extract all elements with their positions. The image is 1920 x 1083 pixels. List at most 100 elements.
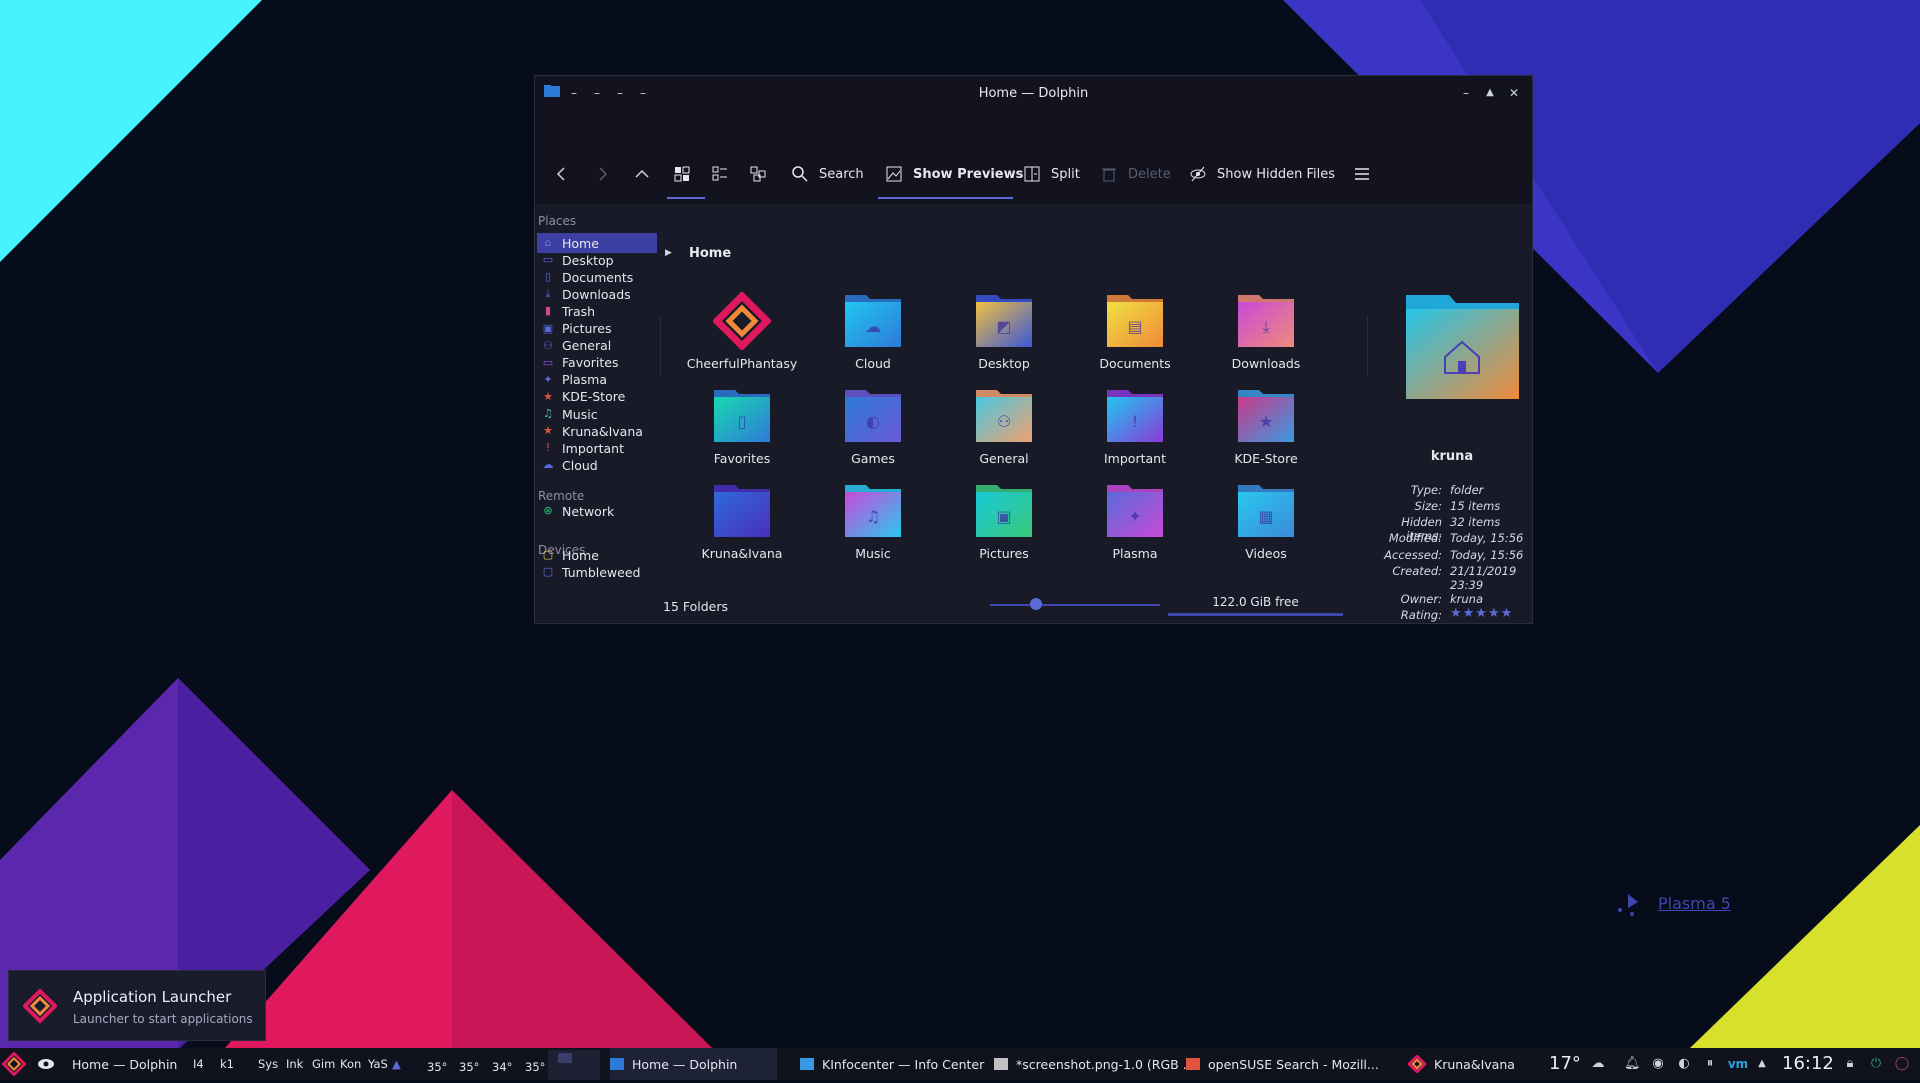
folder-icon: ▣	[976, 485, 1032, 537]
launcher-sys[interactable]: Sys	[258, 1048, 278, 1080]
folder-label: General	[979, 451, 1029, 466]
folder-item-games[interactable]: ◐ Games	[813, 387, 933, 466]
rating-stars[interactable]: ★★★★★	[1450, 606, 1513, 621]
folder-item-plasma[interactable]: ✦ Plasma	[1075, 482, 1195, 561]
dolphin-window[interactable]: – – – – Home — Dolphin – ▲ ✕ Search Show…	[534, 75, 1533, 624]
weather-temperature[interactable]: 17°	[1549, 1053, 1581, 1074]
delete-button[interactable]: Delete	[1100, 162, 1171, 186]
show-desktop-button[interactable]	[36, 1048, 56, 1080]
current-user-item[interactable]: Kruna&Ivana	[1408, 1048, 1515, 1080]
show-previews-label: Show Previews	[913, 166, 1024, 182]
clock[interactable]: 16:12	[1782, 1053, 1834, 1074]
pager-item-i4[interactable]: I4	[193, 1048, 204, 1080]
folder-icon	[714, 485, 770, 537]
sidebar-place-label: Desktop	[562, 252, 614, 268]
task-app-icon	[1186, 1058, 1200, 1070]
folder-item-pictures[interactable]: ▣ Pictures	[944, 482, 1064, 561]
tumbleweed-icon: ▢	[542, 565, 554, 579]
pager-item-k1[interactable]: k1	[220, 1048, 234, 1080]
active-window-title[interactable]: Home — Dolphin	[72, 1048, 177, 1080]
folder-item-kruna-ivana[interactable]: Kruna&Ivana	[682, 482, 802, 561]
back-button[interactable]	[553, 162, 581, 186]
current-user-label: Kruna&Ivana	[1434, 1056, 1515, 1072]
task-home-dolphin[interactable]: Home — Dolphin	[610, 1048, 778, 1080]
plasma5-label: Plasma 5	[1658, 894, 1731, 913]
general-icon: ⚇	[543, 338, 553, 352]
folder-item-music[interactable]: ♫ Music	[813, 482, 933, 561]
folder-item-videos[interactable]: ▦ Videos	[1206, 482, 1326, 561]
folder-item-kde-store[interactable]: ★ KDE-Store	[1206, 387, 1326, 466]
file-view[interactable]: ▶ Home CheerfulPhantasy ☁ Cloud ◩ Desktop ▤ Do…	[660, 204, 1360, 623]
folder-label: Music	[855, 546, 891, 561]
temperature-35[interactable]: 35°	[459, 1051, 479, 1083]
lock-screen-icon[interactable]: 🔒︎	[1842, 1056, 1858, 1072]
leave-icon[interactable]: ◯	[1894, 1056, 1910, 1072]
split-view-icon	[1024, 166, 1040, 182]
breadcrumb-arrow-icon[interactable]: ▶	[665, 248, 672, 258]
system-tray-expand-icon[interactable]: ▲	[1754, 1056, 1770, 1072]
vm-icon[interactable]: vm	[1726, 1056, 1750, 1072]
power-icon[interactable]: ⏻	[1868, 1056, 1884, 1072]
minimize-icon[interactable]: –	[1457, 84, 1475, 102]
temperature-35[interactable]: 35°	[427, 1051, 447, 1083]
maximize-icon[interactable]: ▲	[1481, 84, 1499, 102]
split-button[interactable]: Split	[1023, 162, 1080, 186]
pager-widget[interactable]	[548, 1048, 600, 1080]
breadcrumb[interactable]: Home	[689, 246, 731, 261]
task-opensuse-search-mozill[interactable]: openSUSE Search - Mozill...	[1186, 1048, 1379, 1080]
temperature-34[interactable]: 34°	[492, 1051, 512, 1083]
up-button[interactable]	[633, 162, 661, 186]
sidebar-place-label: Important	[562, 440, 624, 456]
image-icon	[886, 166, 902, 182]
show-hidden-files-button[interactable]: Show Hidden Files	[1189, 162, 1335, 186]
application-launcher-button[interactable]	[2, 1048, 26, 1080]
folder-item-important[interactable]: ! Important	[1075, 387, 1195, 466]
taskbar: Home — Dolphin I4 k1 Sys Ink Gim Kon YaS ▲ 35…	[0, 1048, 1920, 1080]
close-icon[interactable]: ✕	[1505, 84, 1523, 102]
launcher-ink[interactable]: Ink	[286, 1048, 303, 1080]
launcher-gim[interactable]: Gim	[312, 1048, 335, 1080]
folder-item-favorites[interactable]: ▯ Favorites	[682, 387, 802, 466]
virtual-desktop-pager[interactable]	[548, 1048, 600, 1080]
title-bar[interactable]: – – – – Home — Dolphin – ▲ ✕	[535, 76, 1532, 112]
folder-item-general[interactable]: ⚇ General	[944, 387, 1064, 466]
sidebar-remote-network[interactable]: ⊛ Network	[537, 501, 657, 521]
updates-icon[interactable]: ◉	[1650, 1056, 1666, 1072]
pause-icon[interactable]: ⏸︎	[1702, 1056, 1718, 1072]
launcher-yas[interactable]: YaS	[368, 1048, 388, 1080]
status-text: 15 Folders	[663, 599, 729, 614]
svg-text:☁: ☁	[865, 317, 881, 336]
icons-view-button[interactable]	[673, 162, 701, 186]
folder-item-downloads[interactable]: ⤓ Downloads	[1206, 292, 1326, 371]
task-screenshot-png-1-0-rgb[interactable]: *screenshot.png-1.0 (RGB ...	[994, 1048, 1195, 1080]
info-value: 32 items	[1450, 515, 1501, 529]
launcher-kon[interactable]: Kon	[340, 1048, 361, 1080]
search-button[interactable]: Search	[791, 162, 864, 186]
zoom-slider-track[interactable]	[990, 604, 1160, 606]
svg-text:◩: ◩	[996, 317, 1011, 336]
window-title: Home — Dolphin	[978, 86, 1089, 101]
info-value: kruna	[1450, 592, 1484, 606]
folder-item-cloud[interactable]: ☁ Cloud	[813, 292, 933, 371]
information-panel: kruna Type: folder Size: 15 items Hidden ite…	[1370, 204, 1534, 623]
folder-item-documents[interactable]: ▤ Documents	[1075, 292, 1195, 371]
night-color-icon[interactable]: ◐	[1676, 1056, 1692, 1072]
zoom-slider-handle[interactable]	[1029, 598, 1042, 610]
weather-cloud-icon[interactable]: ☁	[1586, 1056, 1610, 1072]
cheerfulphantasy-icon	[713, 292, 771, 350]
temperature-35[interactable]: 35°	[525, 1051, 545, 1083]
sidebar-place-cloud[interactable]: ☁ Cloud	[537, 455, 657, 475]
forward-button[interactable]	[593, 162, 621, 186]
compact-view-button[interactable]	[711, 162, 739, 186]
notifications-icon[interactable]: 🔔︎	[1624, 1056, 1641, 1072]
folder-label: Downloads	[1231, 356, 1301, 371]
sidebar-device-tumbleweed[interactable]: ▢ Tumbleweed	[537, 562, 657, 582]
folder-item-cheerfulphantasy[interactable]: CheerfulPhantasy	[682, 292, 802, 371]
hamburger-menu-button[interactable]	[1353, 162, 1381, 186]
details-view-button[interactable]	[749, 162, 777, 186]
plasma-logo-icon	[1618, 894, 1638, 916]
show-previews-button[interactable]: Show Previews	[885, 162, 1023, 186]
folder-item-desktop[interactable]: ◩ Desktop	[944, 292, 1064, 371]
task-kinfocenter-info-center[interactable]: KInfocenter — Info Center	[800, 1048, 984, 1080]
expand-tray-icon[interactable]: ▲	[392, 1048, 401, 1080]
